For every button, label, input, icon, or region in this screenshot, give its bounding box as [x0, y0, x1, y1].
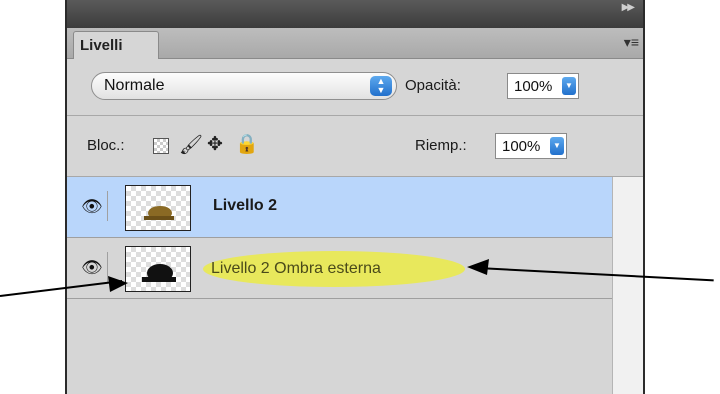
layers-list: 👁 Livello 2 👁 Livello 2 Ombra esterna [67, 177, 613, 394]
eye-icon: 👁 [81, 197, 103, 216]
blend-mode-select[interactable]: Normale ▲ ▼ [91, 72, 397, 100]
blend-row: Normale ▲ ▼ Opacità: 100% ▼ [67, 59, 643, 115]
lock-position-move-icon[interactable]: ✥ [207, 133, 223, 156]
layer-row[interactable]: 👁 Livello 2 [67, 177, 613, 238]
layers-panel: ▶▶ Livelli ▾≡ Normale ▲ ▼ Opacità: 100% ▼… [65, 0, 645, 394]
fill-field[interactable]: 100% ▼ [495, 133, 567, 159]
panel-title-bar[interactable]: ▶▶ [67, 0, 643, 28]
blend-mode-value: Normale [104, 77, 165, 94]
tab-layers[interactable]: Livelli [73, 31, 159, 59]
opacity-value: 100% [514, 78, 553, 95]
scrollbar-track[interactable] [612, 177, 643, 394]
opacity-dropdown-icon[interactable]: ▼ [562, 77, 576, 95]
opacity-field[interactable]: 100% ▼ [507, 73, 579, 99]
lock-image-brush-icon[interactable]: 🖌 [179, 133, 203, 157]
collapse-panel-icon[interactable]: ▶▶ [622, 2, 635, 13]
lock-all-icon[interactable]: 🔒 [235, 132, 259, 156]
panel-menu-icon[interactable]: ▾≡ [624, 34, 639, 51]
fill-dropdown-icon[interactable]: ▼ [550, 137, 564, 155]
fill-label: Riemp.: [415, 137, 467, 154]
lock-label: Bloc.: [87, 137, 125, 154]
layer-thumbnail [125, 246, 191, 292]
snail-icon [144, 206, 174, 220]
arrowhead-right-icon [467, 259, 489, 275]
fill-value: 100% [502, 138, 541, 155]
layer-name[interactable]: Livello 2 [213, 197, 277, 215]
snail-shadow-icon [142, 264, 176, 282]
arrowhead-left-icon [108, 276, 128, 292]
lock-row: Bloc.: 🖌 ✥ 🔒 Riemp.: 100% ▼ [67, 116, 643, 176]
layer-name[interactable]: Livello 2 Ombra esterna [211, 260, 381, 278]
layer-row[interactable]: 👁 Livello 2 Ombra esterna [67, 238, 613, 299]
blend-mode-stepper-icon[interactable]: ▲ ▼ [370, 76, 392, 96]
layer-thumbnail [125, 185, 191, 231]
opacity-label: Opacità: [405, 77, 461, 94]
lock-transparency-icon[interactable] [153, 138, 169, 154]
tab-row: Livelli ▾≡ [67, 28, 643, 59]
visibility-toggle[interactable]: 👁 [75, 191, 108, 221]
